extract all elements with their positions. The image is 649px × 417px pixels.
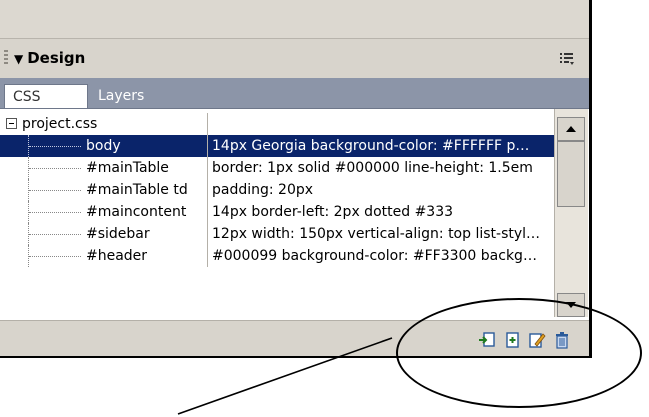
- pointer-line: [177, 337, 393, 415]
